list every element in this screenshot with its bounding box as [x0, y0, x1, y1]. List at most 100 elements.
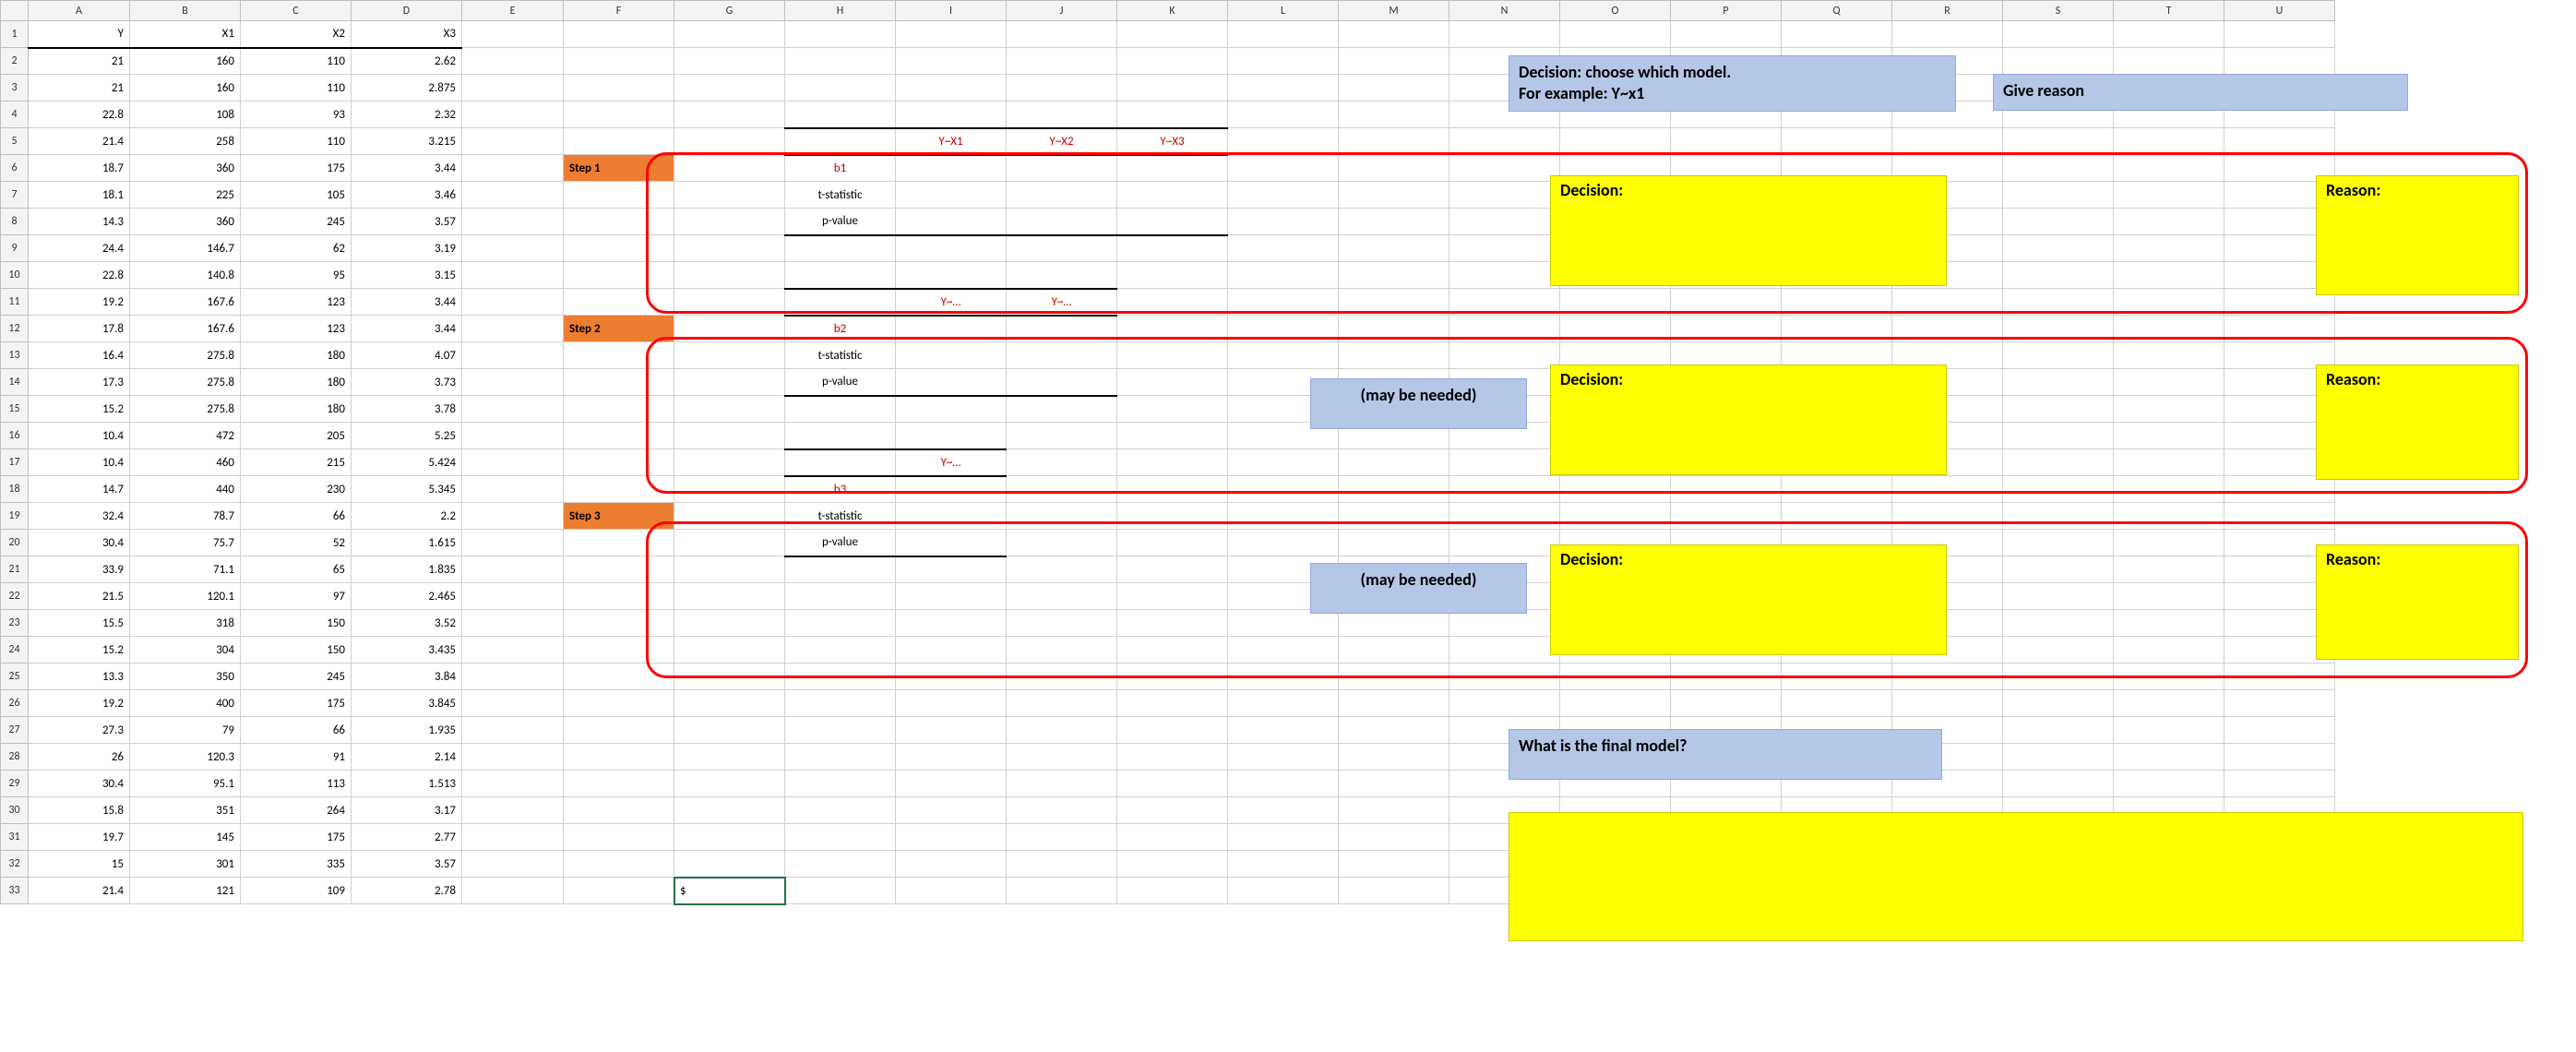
row-header[interactable]: 11: [1, 289, 29, 316]
row-header[interactable]: 15: [1, 396, 29, 423]
col-header-N[interactable]: N: [1449, 1, 1560, 21]
row-header[interactable]: 6: [1, 155, 29, 182]
cell[interactable]: [1228, 21, 1339, 48]
col-header-E[interactable]: E: [462, 1, 564, 21]
corner-cell[interactable]: [1, 1, 29, 21]
col-header-O[interactable]: O: [1560, 1, 1671, 21]
col-header-I[interactable]: I: [896, 1, 1007, 21]
row-header[interactable]: 28: [1, 744, 29, 771]
col-header-J[interactable]: J: [1007, 1, 1117, 21]
row-header[interactable]: 12: [1, 316, 29, 342]
row-header[interactable]: 24: [1, 637, 29, 663]
row-header[interactable]: 26: [1, 690, 29, 717]
cell[interactable]: [785, 21, 896, 48]
row-header[interactable]: 7: [1, 182, 29, 209]
step1-label[interactable]: Step 1: [564, 155, 674, 182]
cell[interactable]: [1117, 21, 1228, 48]
col-header-D[interactable]: D: [352, 1, 462, 21]
model-header[interactable]: Y~…: [896, 449, 1007, 476]
row-header[interactable]: 4: [1, 102, 29, 128]
cell[interactable]: 160: [130, 48, 241, 75]
cell[interactable]: [2114, 21, 2224, 48]
row-header[interactable]: 31: [1, 824, 29, 851]
row-header[interactable]: 23: [1, 610, 29, 637]
col-header-R[interactable]: R: [1892, 1, 2003, 21]
col-header-P[interactable]: P: [1671, 1, 1782, 21]
cell[interactable]: [1007, 21, 1117, 48]
row-header[interactable]: 10: [1, 262, 29, 289]
row-header[interactable]: 32: [1, 851, 29, 878]
step3-decision-box[interactable]: Decision:: [1550, 544, 1947, 655]
step2-label[interactable]: Step 2: [564, 316, 674, 342]
row-header[interactable]: 33: [1, 878, 29, 904]
cell[interactable]: [896, 21, 1007, 48]
row-header[interactable]: 16: [1, 423, 29, 449]
cell[interactable]: [2224, 21, 2335, 48]
col-header-B[interactable]: B: [130, 1, 241, 21]
cell[interactable]: X3: [352, 21, 462, 48]
cell[interactable]: 21: [29, 48, 130, 75]
model-header[interactable]: Y~…: [896, 289, 1007, 316]
stat-row-label[interactable]: t-statistic: [785, 182, 896, 209]
step2-decision-box[interactable]: Decision:: [1550, 365, 1947, 475]
row-header[interactable]: 30: [1, 797, 29, 824]
cell[interactable]: [674, 21, 785, 48]
col-header-K[interactable]: K: [1117, 1, 1228, 21]
row-header[interactable]: 13: [1, 342, 29, 369]
row-header[interactable]: 2: [1, 48, 29, 75]
col-header-Q[interactable]: Q: [1782, 1, 1892, 21]
row-header[interactable]: 29: [1, 771, 29, 797]
stat-row-label[interactable]: p-value: [785, 369, 896, 396]
col-header-G[interactable]: G: [674, 1, 785, 21]
active-cell[interactable]: $: [674, 878, 785, 904]
cell[interactable]: [1339, 21, 1449, 48]
cell[interactable]: X1: [130, 21, 241, 48]
row-header[interactable]: 21: [1, 556, 29, 583]
col-header-A[interactable]: A: [29, 1, 130, 21]
col-header-L[interactable]: L: [1228, 1, 1339, 21]
row-header[interactable]: 3: [1, 75, 29, 102]
col-header-S[interactable]: S: [2003, 1, 2114, 21]
cell[interactable]: [462, 21, 564, 48]
cell[interactable]: [1449, 21, 1560, 48]
spreadsheet-grid[interactable]: A B C D E F G H I J K L M N O P Q R S T …: [0, 0, 2335, 904]
row-header[interactable]: 19: [1, 503, 29, 530]
model-header[interactable]: Y~X3: [1117, 128, 1228, 155]
final-model-answer-box[interactable]: [1509, 812, 2523, 941]
cell[interactable]: [2003, 21, 2114, 48]
step1-decision-box[interactable]: Decision:: [1550, 175, 1947, 286]
row-header[interactable]: 22: [1, 583, 29, 610]
row-header[interactable]: 8: [1, 209, 29, 235]
cell[interactable]: [1782, 21, 1892, 48]
model-header[interactable]: Y~X1: [896, 128, 1007, 155]
row-header[interactable]: 18: [1, 476, 29, 503]
row-header[interactable]: 5: [1, 128, 29, 155]
cell[interactable]: 2.62: [352, 48, 462, 75]
cell[interactable]: [1892, 21, 2003, 48]
row-header[interactable]: 25: [1, 663, 29, 690]
row-header[interactable]: 20: [1, 530, 29, 556]
step2-reason-box[interactable]: Reason:: [2316, 365, 2519, 480]
model-header[interactable]: Y~…: [1007, 289, 1117, 316]
stat-row-label[interactable]: p-value: [785, 530, 896, 556]
stat-row-label[interactable]: b2: [785, 316, 896, 342]
row-header[interactable]: 27: [1, 717, 29, 744]
row-header[interactable]: 1: [1, 21, 29, 48]
stat-row-label[interactable]: t-statistic: [785, 342, 896, 369]
stat-row-label[interactable]: b1: [785, 155, 896, 182]
col-header-M[interactable]: M: [1339, 1, 1449, 21]
row-header[interactable]: 9: [1, 235, 29, 262]
model-header[interactable]: Y~X2: [1007, 128, 1117, 155]
cell[interactable]: Y: [29, 21, 130, 48]
cell[interactable]: 110: [241, 48, 352, 75]
stat-row-label[interactable]: b3: [785, 476, 896, 503]
col-header-C[interactable]: C: [241, 1, 352, 21]
cell[interactable]: [1560, 21, 1671, 48]
col-header-T[interactable]: T: [2114, 1, 2224, 21]
stat-row-label[interactable]: t-statistic: [785, 503, 896, 530]
stat-row-label[interactable]: p-value: [785, 209, 896, 235]
cell[interactable]: [1671, 21, 1782, 48]
col-header-F[interactable]: F: [564, 1, 674, 21]
row-header[interactable]: 17: [1, 449, 29, 476]
col-header-H[interactable]: H: [785, 1, 896, 21]
